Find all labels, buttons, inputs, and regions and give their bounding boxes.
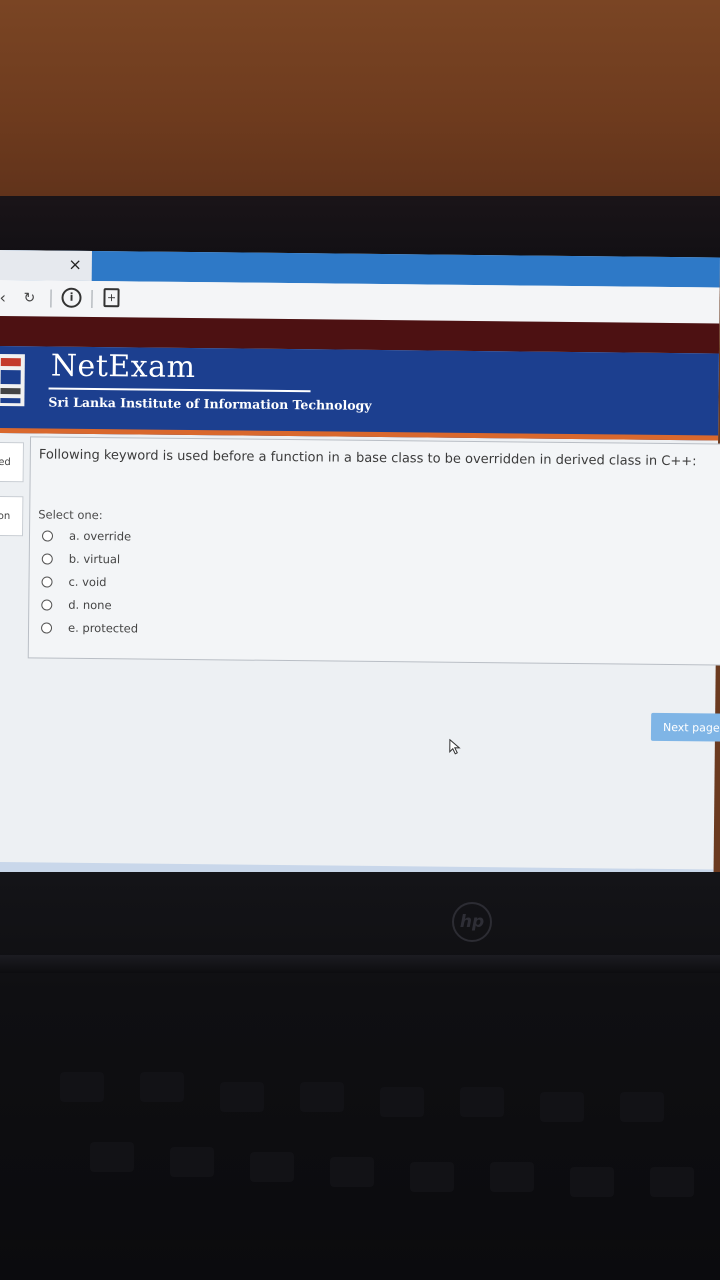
option-label: b. virtual (68, 551, 121, 567)
select-one-prompt: Select one: (38, 507, 103, 523)
radio-button[interactable] (41, 598, 53, 611)
option-c[interactable]: c. void (41, 571, 107, 592)
site-brand: NetExam (50, 348, 196, 386)
laptop-keyboard-deck (0, 872, 720, 1280)
sliit-logo (0, 353, 25, 407)
reload-icon[interactable]: ↻ (23, 288, 35, 308)
sidebar-item-question[interactable]: on (0, 495, 24, 537)
site-header: NetExam Sri Lanka Institute of Informati… (0, 345, 719, 441)
laptop-screen: × ‹ ↻ i + NetExam Sri Lanka Institute of… (0, 250, 720, 888)
sidebar-item-status[interactable]: ed (0, 441, 24, 483)
brand-underline (48, 387, 311, 393)
hp-logo-icon: hp (452, 902, 492, 942)
tab-close-icon[interactable]: × (68, 255, 82, 274)
nav-separator (91, 289, 93, 308)
page-icon[interactable]: + (103, 288, 120, 308)
option-b[interactable]: b. virtual (41, 548, 121, 569)
sidebar-item-label: ed (0, 456, 11, 468)
option-label: d. none (68, 597, 112, 613)
next-page-button[interactable]: Next page (650, 712, 720, 742)
radio-button[interactable] (41, 552, 53, 565)
option-a[interactable]: a. override (41, 525, 132, 546)
nav-separator (50, 289, 52, 308)
option-e[interactable]: e. protected (40, 617, 139, 638)
option-label: c. void (68, 574, 107, 590)
sidebar-item-label: on (0, 510, 11, 522)
option-label: a. override (68, 528, 132, 544)
option-label: e. protected (67, 620, 139, 636)
question-text: Following keyword is used before a funct… (38, 447, 697, 470)
mouse-cursor-icon (449, 738, 461, 755)
laptop-bezel-top (0, 196, 720, 258)
info-icon[interactable]: i (61, 287, 82, 308)
option-d[interactable]: d. none (41, 594, 112, 615)
background-wall (0, 0, 720, 215)
browser-tab[interactable]: × (0, 250, 92, 281)
question-card: Following keyword is used before a funct… (27, 436, 720, 666)
laptop-hinge (0, 955, 720, 973)
back-icon[interactable]: ‹ (0, 288, 6, 308)
radio-button[interactable] (40, 621, 53, 634)
radio-button[interactable] (41, 575, 53, 588)
radio-button[interactable] (41, 529, 54, 542)
institute-name: Sri Lanka Institute of Information Techn… (48, 394, 372, 413)
